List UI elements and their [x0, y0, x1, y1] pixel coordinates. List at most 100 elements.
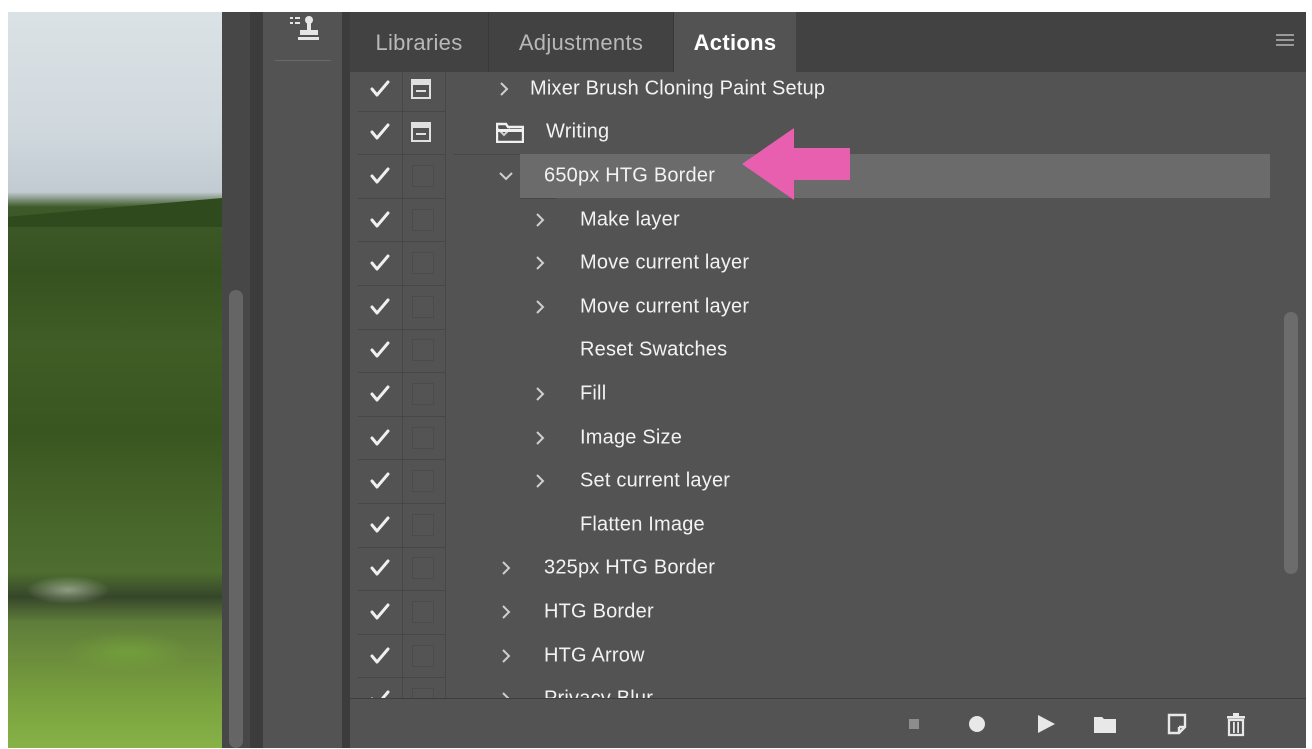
action-name: Move current layer	[580, 251, 750, 274]
tab-libraries[interactable]: Libraries	[350, 12, 489, 72]
checkmark-icon[interactable]	[369, 209, 391, 231]
panel-tab-bar: Libraries Adjustments Actions	[350, 12, 1306, 72]
checkmark-icon[interactable]	[369, 121, 391, 143]
checkmark-icon[interactable]	[369, 296, 391, 318]
dialog-toggle-icon[interactable]	[410, 121, 432, 143]
action-name-cell[interactable]: HTG Arrow	[502, 633, 1270, 679]
toggle-item-cell	[358, 633, 403, 679]
action-name-cell[interactable]: Move current layer	[536, 241, 1270, 286]
chevron-right-icon[interactable]	[532, 473, 548, 489]
dialog-toggle-box[interactable]	[412, 339, 434, 362]
dialog-toggle-cell	[403, 546, 446, 592]
chevron-right-icon[interactable]	[498, 691, 514, 698]
chevron-right-icon[interactable]	[498, 604, 514, 620]
checkmark-icon[interactable]	[369, 645, 391, 667]
action-row[interactable]: Fill	[350, 372, 1270, 417]
chevron-right-icon[interactable]	[532, 386, 548, 402]
new-action-icon[interactable]	[1164, 711, 1190, 737]
action-row[interactable]: Move current layer	[350, 285, 1270, 330]
dialog-toggle-cell	[403, 372, 446, 417]
checkmark-icon[interactable]	[369, 470, 391, 492]
chevron-right-icon[interactable]	[498, 648, 514, 664]
checkmark-icon[interactable]	[369, 383, 391, 405]
action-name-cell[interactable]: Image Size	[536, 415, 1270, 461]
action-name-cell[interactable]: Set current layer	[536, 459, 1270, 504]
dialog-toggle-cell	[403, 633, 446, 679]
canvas-scrollbar-thumb[interactable]	[229, 290, 243, 748]
action-name-cell[interactable]: Mixer Brush Cloning Paint Setup	[454, 72, 1270, 112]
dialog-toggle-box[interactable]	[412, 557, 434, 580]
dialog-toggle-box[interactable]	[412, 164, 434, 187]
action-name-cell[interactable]: 325px HTG Border	[502, 546, 1270, 592]
chevron-right-icon[interactable]	[532, 255, 548, 271]
checkmark-icon[interactable]	[369, 688, 391, 698]
action-name: Fill	[580, 382, 607, 405]
action-row[interactable]: Move current layer	[350, 241, 1270, 286]
action-row[interactable]: Flatten Image	[350, 503, 1270, 548]
checkmark-icon[interactable]	[369, 165, 391, 187]
dialog-toggle-box[interactable]	[412, 208, 434, 231]
dialog-toggle-box[interactable]	[412, 382, 434, 405]
dialog-toggle-box[interactable]	[412, 470, 434, 493]
action-row[interactable]: Set current layer	[350, 459, 1270, 504]
action-name-cell[interactable]: Privacy Blur	[502, 677, 1270, 698]
action-row[interactable]: HTG Arrow	[350, 633, 1270, 679]
panel-divider[interactable]	[342, 12, 350, 748]
tab-adjustments[interactable]: Adjustments	[489, 12, 674, 72]
chevron-right-icon[interactable]	[532, 299, 548, 315]
clone-source-icon[interactable]	[289, 14, 320, 44]
chevron-right-icon[interactable]	[498, 560, 514, 576]
stop-icon[interactable]	[901, 711, 927, 737]
action-name: 325px HTG Border	[544, 556, 716, 579]
toggle-item-cell	[358, 328, 403, 374]
action-name-cell[interactable]: Flatten Image	[556, 503, 1270, 548]
canvas-photo	[8, 12, 222, 748]
action-name-cell[interactable]: Writing	[454, 110, 1270, 156]
action-row[interactable]: 325px HTG Border	[350, 546, 1270, 592]
action-name-cell[interactable]: HTG Border	[502, 590, 1270, 635]
checkmark-icon[interactable]	[369, 601, 391, 623]
action-name-cell[interactable]: Make layer	[536, 197, 1270, 243]
panel-gutter	[250, 12, 262, 748]
toggle-item-cell	[358, 154, 403, 199]
dialog-toggle-icon[interactable]	[410, 78, 432, 100]
action-row[interactable]: Mixer Brush Cloning Paint Setup	[350, 72, 1270, 112]
checkmark-icon[interactable]	[369, 427, 391, 449]
tab-actions[interactable]: Actions	[674, 12, 796, 72]
action-row[interactable]: Make layer	[350, 197, 1270, 243]
action-name-cell[interactable]: 650px HTG Border	[499, 154, 1270, 199]
dialog-toggle-box[interactable]	[412, 688, 434, 698]
chevron-right-icon[interactable]	[532, 212, 548, 228]
dialog-toggle-box[interactable]	[412, 513, 434, 536]
dialog-toggle-cell	[403, 415, 446, 461]
toggle-item-cell	[358, 459, 403, 504]
dialog-toggle-box[interactable]	[412, 644, 434, 667]
toggle-item-cell	[358, 110, 403, 156]
checkmark-icon[interactable]	[369, 252, 391, 274]
dialog-toggle-box[interactable]	[412, 600, 434, 623]
action-row[interactable]: HTG Border	[350, 590, 1270, 635]
chevron-down-icon[interactable]	[498, 168, 514, 184]
record-icon[interactable]	[964, 711, 990, 737]
new-set-icon[interactable]	[1092, 711, 1118, 737]
action-row[interactable]: Image Size	[350, 415, 1270, 461]
action-row[interactable]: Privacy Blur	[350, 677, 1270, 698]
toggle-item-cell	[358, 546, 403, 592]
action-name-cell[interactable]: Fill	[536, 372, 1270, 417]
play-icon[interactable]	[1033, 711, 1059, 737]
checkmark-icon[interactable]	[369, 78, 391, 100]
checkmark-icon[interactable]	[369, 339, 391, 361]
list-scrollbar-thumb[interactable]	[1284, 312, 1298, 574]
checkmark-icon[interactable]	[369, 557, 391, 579]
chevron-right-icon[interactable]	[532, 430, 548, 446]
trash-icon[interactable]	[1223, 711, 1249, 737]
checkmark-icon[interactable]	[369, 514, 391, 536]
dialog-toggle-box[interactable]	[412, 426, 434, 449]
dialog-toggle-box[interactable]	[412, 252, 434, 275]
action-row[interactable]: Reset Swatches	[350, 328, 1270, 374]
panel-menu-icon[interactable]	[1276, 34, 1294, 48]
action-name-cell[interactable]: Reset Swatches	[556, 328, 1270, 374]
chevron-right-icon[interactable]	[496, 81, 512, 97]
dialog-toggle-box[interactable]	[412, 295, 434, 318]
action-name-cell[interactable]: Move current layer	[536, 285, 1270, 330]
